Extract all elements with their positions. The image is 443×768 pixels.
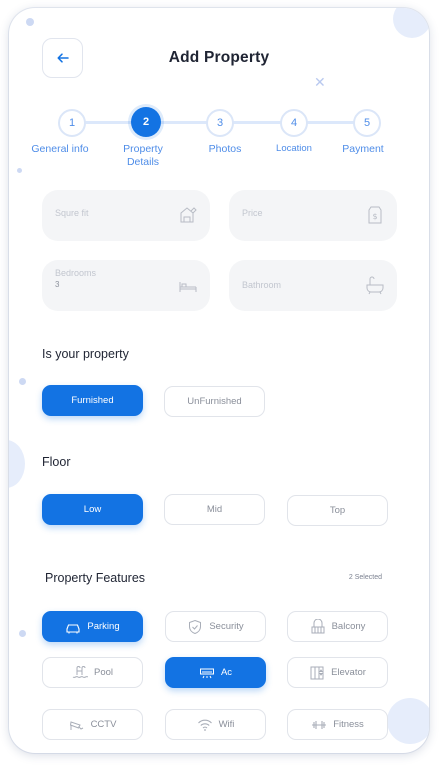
feature-ac[interactable]: Ac — [165, 657, 266, 688]
feature-pool-label: Pool — [93, 667, 113, 678]
bathtub-icon — [366, 276, 384, 295]
feature-cctv-label: CCTV — [90, 719, 117, 730]
feature-ac-label: Ac — [220, 667, 233, 678]
sparkle-icon: ✕ — [314, 74, 326, 90]
floor-title: Floor — [42, 455, 71, 469]
shield-icon — [189, 619, 202, 634]
feature-parking-label: Parking — [87, 621, 120, 632]
step-1-circle[interactable]: 1 — [58, 109, 86, 137]
bathroom-field[interactable]: Bathroom — [229, 260, 397, 311]
dumbbell-icon — [312, 720, 327, 729]
decor-dot — [19, 630, 26, 637]
floor-top-label: Top — [329, 505, 346, 516]
square-feet-field[interactable]: Squre fit — [42, 190, 210, 241]
balcony-icon — [311, 618, 325, 633]
page-title: Add Property — [168, 49, 270, 66]
air-conditioner-icon — [199, 668, 214, 678]
feature-wifi-label: Wifi — [218, 719, 235, 730]
feature-cctv[interactable]: CCTV — [42, 709, 143, 740]
furnished-label: Furnished — [71, 395, 114, 406]
feature-security-label: Security — [209, 621, 244, 632]
feature-elevator-label: Elevator — [331, 667, 366, 678]
wifi-icon — [197, 719, 212, 731]
step-5-label: Payment — [342, 143, 384, 155]
cctv-icon — [69, 720, 83, 730]
step-5-circle[interactable]: 5 — [353, 109, 381, 137]
unfurnished-label: UnFurnished — [187, 396, 242, 407]
step-2-label: Property Details — [123, 143, 163, 168]
price-placeholder: Price — [242, 208, 263, 218]
elevator-icon — [310, 666, 324, 679]
furnishing-title: Is your property — [42, 347, 129, 361]
feature-elevator[interactable]: Elevator — [287, 657, 388, 688]
decor-circle — [393, 8, 429, 38]
feature-fitness-label: Fitness — [333, 719, 364, 730]
bedrooms-value: 3 — [55, 280, 60, 289]
feature-wifi[interactable]: Wifi — [165, 709, 266, 740]
feature-security[interactable]: Security — [165, 611, 266, 642]
feature-balcony-label: Balcony — [331, 621, 366, 632]
bathroom-placeholder: Bathroom — [242, 280, 282, 290]
price-field[interactable]: Price $ — [229, 190, 397, 241]
decor-dot — [19, 378, 26, 385]
step-1-label: General info — [31, 143, 89, 155]
floor-top-option[interactable]: Top — [287, 495, 388, 526]
car-icon — [66, 623, 80, 633]
bedrooms-placeholder: Bedrooms — [55, 268, 97, 278]
features-title: Property Features — [45, 571, 146, 585]
floor-low-label: Low — [83, 504, 102, 515]
floor-mid-option[interactable]: Mid — [164, 494, 265, 525]
decor-circle — [387, 698, 429, 744]
decor-dot — [26, 18, 34, 26]
square-feet-placeholder: Squre fit — [55, 208, 89, 218]
step-2-circle[interactable]: 2 — [131, 107, 161, 137]
step-3-circle[interactable]: 3 — [206, 109, 234, 137]
floor-low-option[interactable]: Low — [42, 494, 143, 525]
decor-dot — [17, 168, 22, 173]
svg-text:$: $ — [372, 212, 377, 221]
step-4-circle[interactable]: 4 — [280, 109, 308, 137]
decor-circle — [9, 440, 25, 488]
feature-parking[interactable]: Parking — [42, 611, 143, 642]
bed-icon — [179, 282, 197, 292]
phone-frame: ✕ Add Property 1 2 3 4 5 General info Pr… — [9, 8, 429, 753]
feature-pool[interactable]: Pool — [42, 657, 143, 688]
features-selected-count: 2 Selected — [348, 574, 382, 581]
feature-fitness[interactable]: Fitness — [287, 709, 388, 740]
unfurnished-option[interactable]: UnFurnished — [164, 386, 265, 417]
feature-balcony[interactable]: Balcony — [287, 611, 388, 642]
furnished-option[interactable]: Furnished — [42, 385, 143, 416]
floor-mid-label: Mid — [206, 504, 223, 515]
pool-icon — [72, 665, 88, 678]
price-tag-icon: $ — [368, 206, 382, 224]
ruler-house-icon — [180, 207, 197, 223]
bedrooms-field[interactable]: Bedrooms 3 — [42, 260, 210, 311]
